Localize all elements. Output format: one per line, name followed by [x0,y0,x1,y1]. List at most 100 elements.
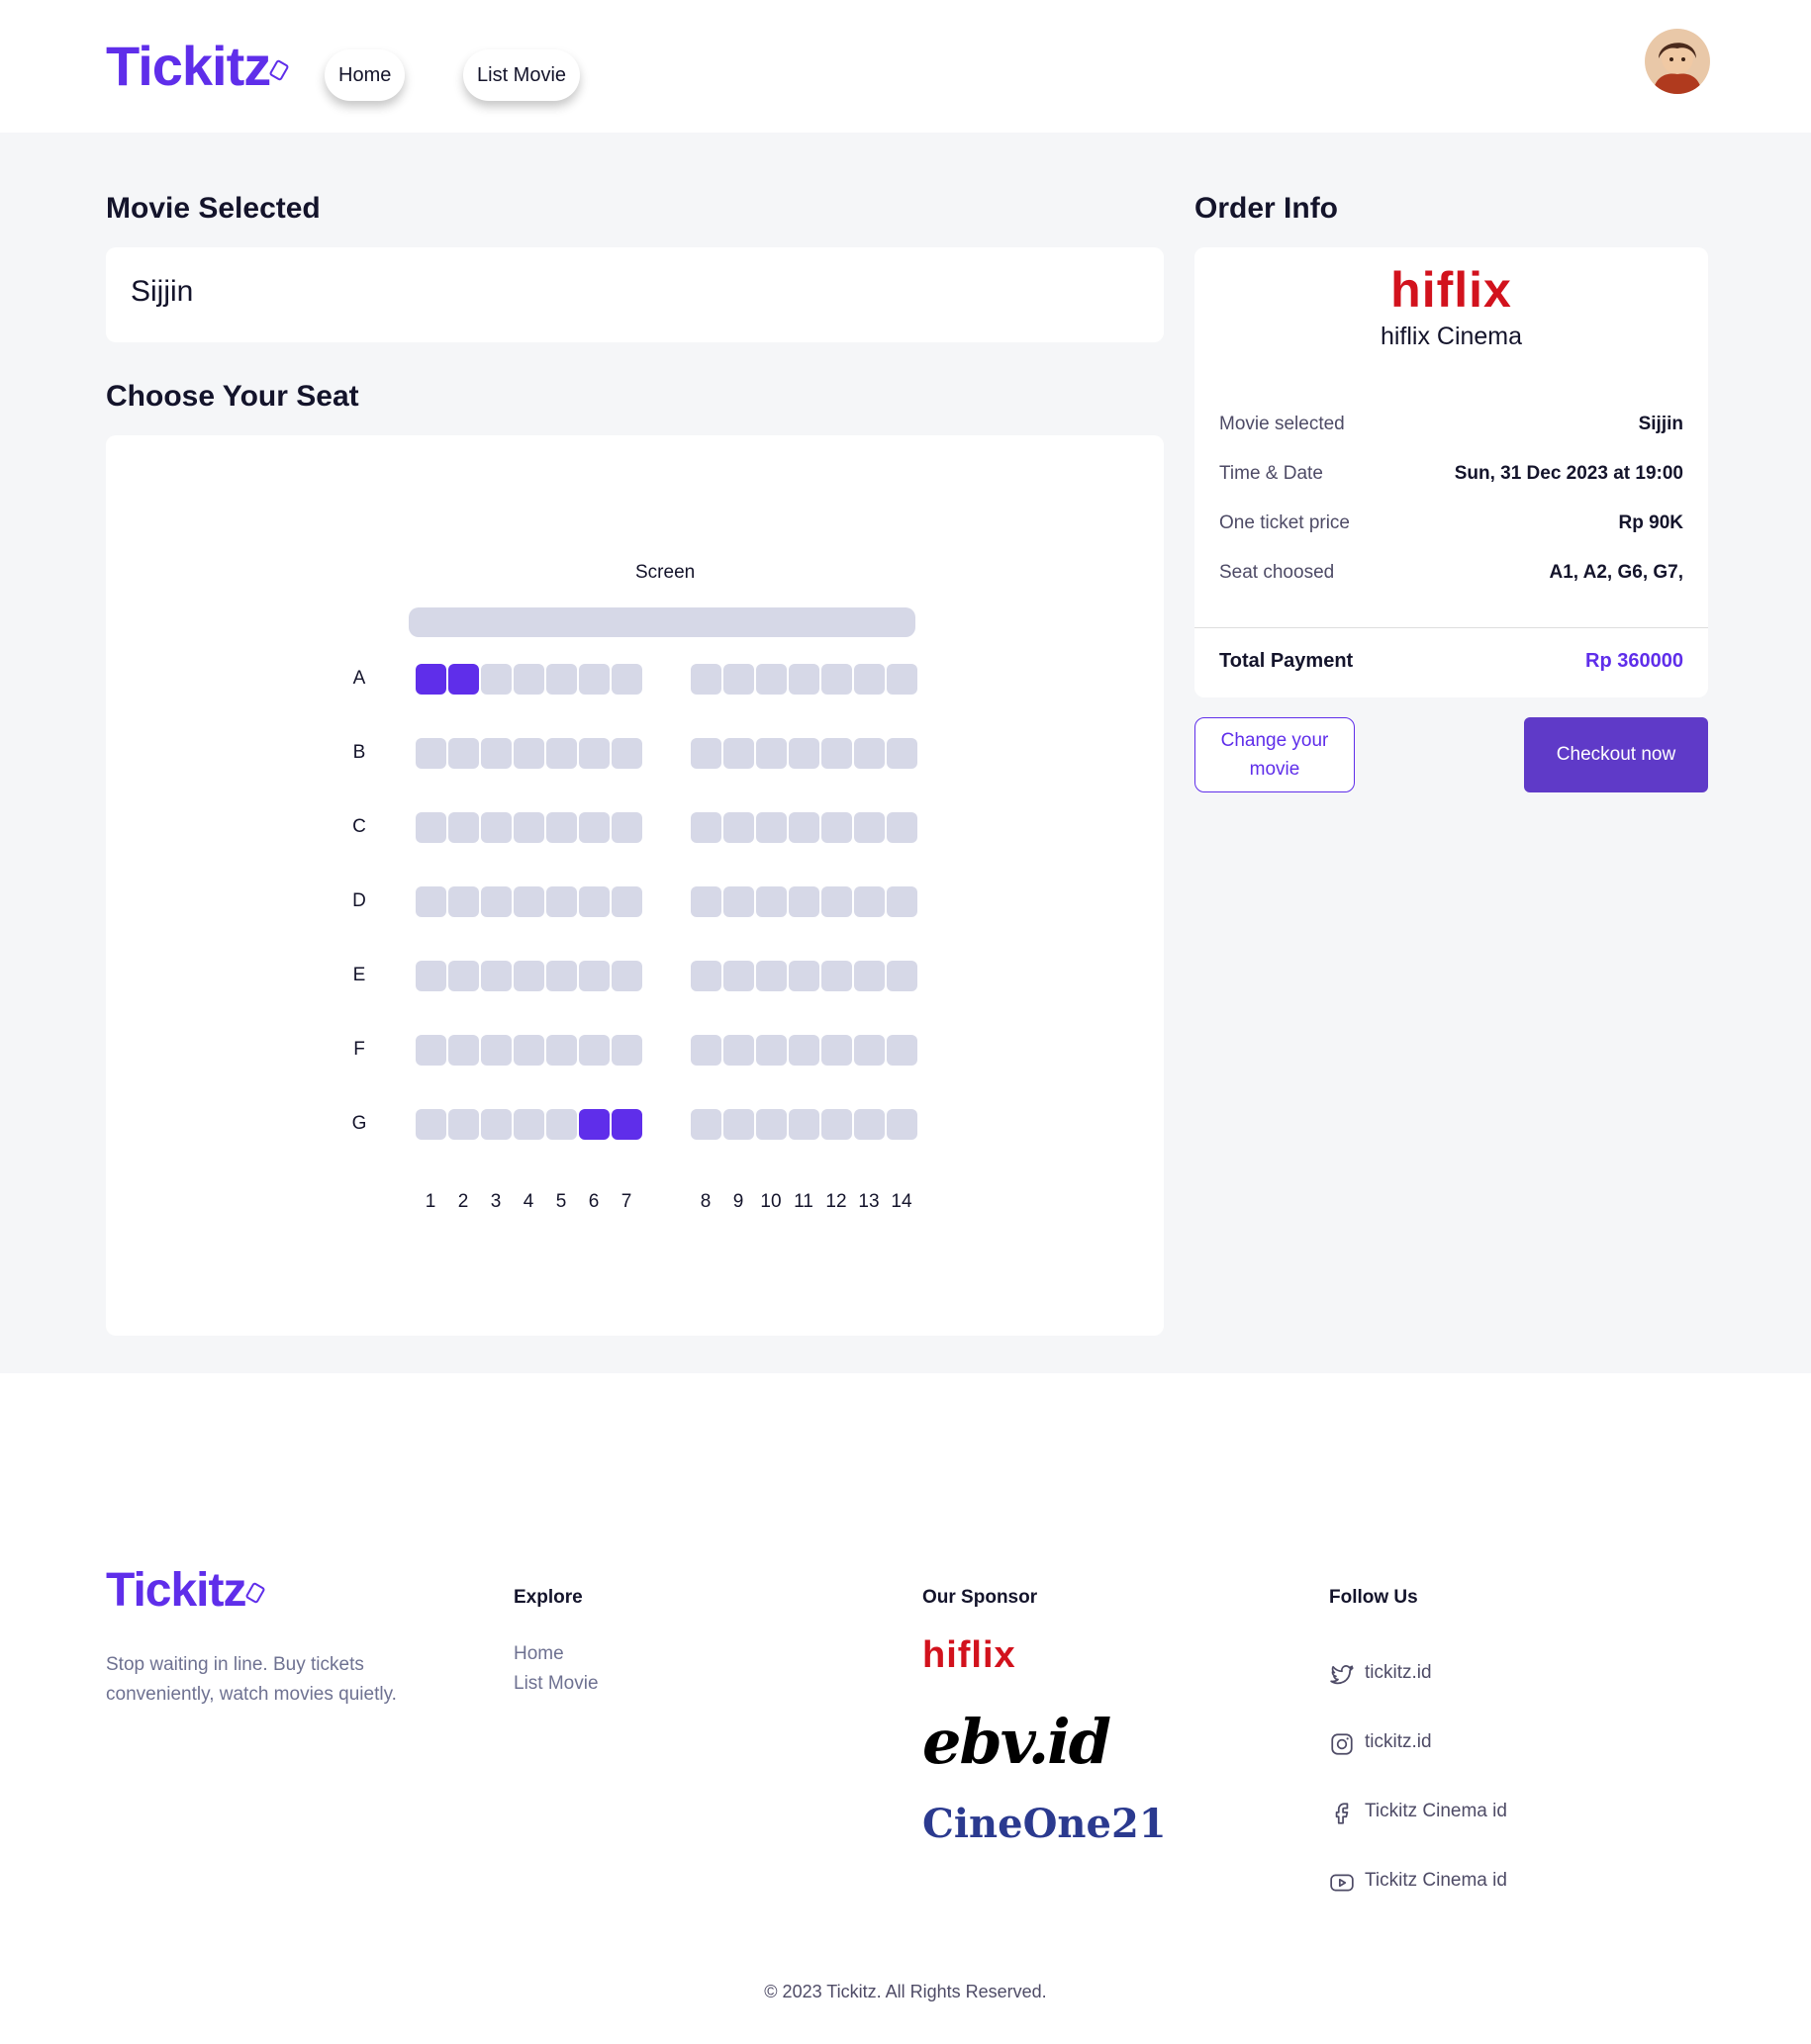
seat-a12[interactable] [821,664,852,695]
checkout-now-button[interactable]: Checkout now [1524,717,1708,792]
seat-g8[interactable] [691,1109,721,1140]
seat-f1[interactable] [416,1035,446,1066]
seat-e5[interactable] [546,961,577,991]
seat-c10[interactable] [756,812,787,843]
seat-a7[interactable] [612,664,642,695]
seat-a5[interactable] [546,664,577,695]
seat-b5[interactable] [546,738,577,769]
seat-f9[interactable] [723,1035,754,1066]
seat-a10[interactable] [756,664,787,695]
seat-b2[interactable] [448,738,479,769]
seat-g11[interactable] [789,1109,819,1140]
change-movie-button[interactable]: Change your movie [1194,717,1355,792]
seat-e6[interactable] [579,961,610,991]
seat-d2[interactable] [448,886,479,917]
footer-link-list-movie[interactable]: List Movie [514,1673,599,1695]
seat-d8[interactable] [691,886,721,917]
seat-a2[interactable] [448,664,479,695]
seat-e8[interactable] [691,961,721,991]
seat-a6[interactable] [579,664,610,695]
seat-e4[interactable] [514,961,544,991]
seat-g12[interactable] [821,1109,852,1140]
seat-c13[interactable] [854,812,885,843]
avatar[interactable] [1645,29,1710,94]
seat-c5[interactable] [546,812,577,843]
nav-home-button[interactable]: Home [325,49,406,101]
seat-g1[interactable] [416,1109,446,1140]
seat-e9[interactable] [723,961,754,991]
seat-a14[interactable] [887,664,917,695]
seat-a1[interactable] [416,664,446,695]
seat-c1[interactable] [416,812,446,843]
seat-c2[interactable] [448,812,479,843]
seat-e14[interactable] [887,961,917,991]
seat-c9[interactable] [723,812,754,843]
seat-f4[interactable] [514,1035,544,1066]
seat-d3[interactable] [481,886,512,917]
seat-c11[interactable] [789,812,819,843]
seat-c6[interactable] [579,812,610,843]
seat-f6[interactable] [579,1035,610,1066]
seat-e10[interactable] [756,961,787,991]
seat-d6[interactable] [579,886,610,917]
seat-g13[interactable] [854,1109,885,1140]
seat-e7[interactable] [612,961,642,991]
seat-f10[interactable] [756,1035,787,1066]
seat-b4[interactable] [514,738,544,769]
seat-d14[interactable] [887,886,917,917]
seat-g5[interactable] [546,1109,577,1140]
seat-b10[interactable] [756,738,787,769]
seat-g4[interactable] [514,1109,544,1140]
seat-a11[interactable] [789,664,819,695]
seat-g7[interactable] [612,1109,642,1140]
seat-e3[interactable] [481,961,512,991]
seat-b14[interactable] [887,738,917,769]
seat-a4[interactable] [514,664,544,695]
seat-f11[interactable] [789,1035,819,1066]
footer-tickitz-logo[interactable]: Tickitz [106,1563,266,1618]
seat-f5[interactable] [546,1035,577,1066]
seat-b12[interactable] [821,738,852,769]
seat-e12[interactable] [821,961,852,991]
seat-c4[interactable] [514,812,544,843]
seat-b7[interactable] [612,738,642,769]
seat-b6[interactable] [579,738,610,769]
seat-e13[interactable] [854,961,885,991]
seat-f3[interactable] [481,1035,512,1066]
seat-d7[interactable] [612,886,642,917]
seat-b8[interactable] [691,738,721,769]
seat-c7[interactable] [612,812,642,843]
seat-f14[interactable] [887,1035,917,1066]
seat-g14[interactable] [887,1109,917,1140]
seat-d4[interactable] [514,886,544,917]
seat-c3[interactable] [481,812,512,843]
seat-g10[interactable] [756,1109,787,1140]
seat-c8[interactable] [691,812,721,843]
seat-b11[interactable] [789,738,819,769]
seat-a13[interactable] [854,664,885,695]
seat-f13[interactable] [854,1035,885,1066]
seat-b3[interactable] [481,738,512,769]
seat-d12[interactable] [821,886,852,917]
seat-g3[interactable] [481,1109,512,1140]
seat-d9[interactable] [723,886,754,917]
seat-c12[interactable] [821,812,852,843]
seat-d1[interactable] [416,886,446,917]
seat-d13[interactable] [854,886,885,917]
footer-link-home[interactable]: Home [514,1643,564,1665]
seat-b1[interactable] [416,738,446,769]
seat-d10[interactable] [756,886,787,917]
seat-a8[interactable] [691,664,721,695]
seat-a3[interactable] [481,664,512,695]
seat-e11[interactable] [789,961,819,991]
seat-f7[interactable] [612,1035,642,1066]
seat-d11[interactable] [789,886,819,917]
seat-d5[interactable] [546,886,577,917]
seat-e1[interactable] [416,961,446,991]
tickitz-logo[interactable]: Tickitz [106,34,290,98]
seat-b13[interactable] [854,738,885,769]
seat-b9[interactable] [723,738,754,769]
seat-a9[interactable] [723,664,754,695]
seat-e2[interactable] [448,961,479,991]
seat-c14[interactable] [887,812,917,843]
